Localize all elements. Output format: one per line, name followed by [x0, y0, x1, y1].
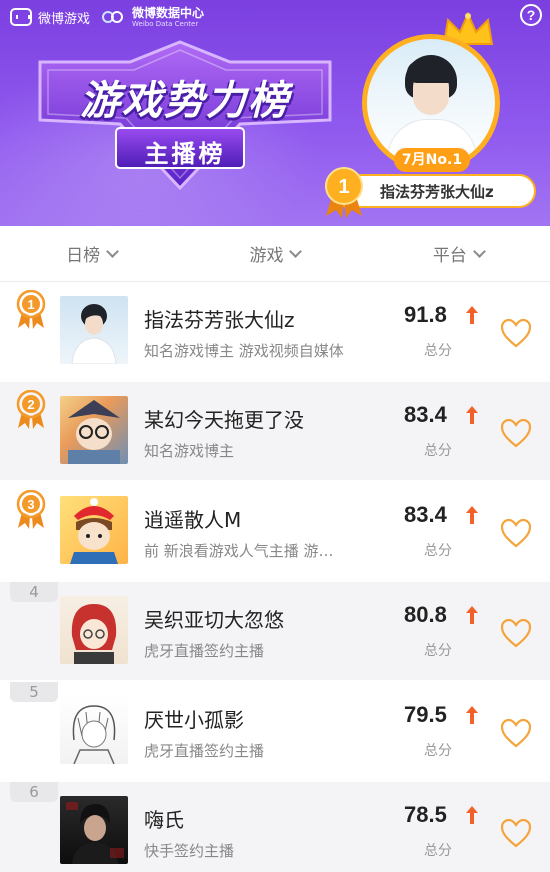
medal-icon: 3: [16, 490, 46, 529]
avatar[interactable]: [60, 496, 128, 564]
streamer-name[interactable]: 嗨氏: [144, 804, 184, 833]
avatar[interactable]: [60, 596, 128, 664]
up-arrow-icon: [466, 706, 478, 724]
chevron-down-icon: [106, 244, 120, 258]
up-arrow-icon: [466, 406, 478, 424]
medal-icon: 1: [16, 290, 46, 329]
heart-icon[interactable]: [500, 418, 532, 448]
champion-rank: 1: [338, 176, 349, 198]
avatar[interactable]: [60, 796, 128, 864]
rank-number: 1: [27, 297, 34, 312]
up-arrow-icon: [466, 506, 478, 524]
score-label: 总分: [424, 443, 452, 459]
filter-label: 日榜: [66, 246, 101, 266]
ranking-row-6[interactable]: 6 嗨氏 快手签约主播 78.5 总分: [0, 782, 550, 872]
avatar[interactable]: [60, 696, 128, 764]
score-value: 83.4: [404, 402, 447, 427]
score-value: 79.5: [404, 702, 447, 727]
filter-game[interactable]: 游戏: [183, 241, 366, 266]
rank-number: 5: [10, 682, 58, 702]
filter-label: 游戏: [249, 246, 284, 266]
heart-icon[interactable]: [500, 818, 532, 848]
rank-number: 2: [27, 397, 34, 412]
month-no1-tag: 7月No.1: [394, 148, 470, 172]
score-value: 91.8: [404, 302, 447, 327]
up-arrow-icon: [466, 306, 478, 324]
streamer-name[interactable]: 某幻今天拖更了没: [144, 404, 304, 433]
score-label: 总分: [424, 843, 452, 859]
ranking-row-4[interactable]: 4 吴织亚切大忽悠 虎牙直播签约主播 80.8 总分: [0, 582, 550, 680]
filter-platform[interactable]: 平台: [367, 241, 550, 266]
streamer-description: 虎牙直播签约主播: [144, 742, 265, 760]
weibo-game-logo-icon: [10, 8, 32, 26]
medal-icon: 2: [16, 390, 46, 429]
score-value: 83.4: [404, 502, 447, 527]
data-center-brand: 微博数据中心 Weibo Data Center: [132, 7, 204, 28]
streamer-description: 虎牙直播签约主播: [144, 642, 265, 660]
avatar[interactable]: [60, 396, 128, 464]
score-label: 总分: [424, 543, 452, 559]
medal-icon: 1: [325, 167, 363, 218]
streamer-name[interactable]: 厌世小孤影: [144, 704, 244, 733]
filter-bar: 日榜 游戏 平台: [0, 226, 550, 282]
monthly-champion-card[interactable]: 7月No.1 指法芬芳张大仙z 1: [322, 8, 542, 220]
streamer-description: 前 新浪看游戏人气主播 游…: [144, 542, 334, 560]
score-label: 总分: [424, 743, 452, 759]
streamer-name[interactable]: 指法芬芳张大仙z: [144, 304, 295, 333]
data-center-logo-icon: [102, 9, 126, 25]
ranking-row-2[interactable]: 2 某幻今天拖更了没 知名游戏博主 83.4 总分: [0, 382, 550, 480]
heart-icon[interactable]: [500, 718, 532, 748]
avatar[interactable]: [60, 296, 128, 364]
score-label: 总分: [424, 643, 452, 659]
up-arrow-icon: [466, 606, 478, 624]
streamer-description: 快手签约主播: [144, 842, 235, 860]
ranking-row-3[interactable]: 3 逍遥散人M 前 新浪看游戏人气主播 游… 83.4 总分: [0, 482, 550, 580]
hero-banner: 微博游戏 微博数据中心 Weibo Data Center ? 游戏势力榜 主播…: [0, 0, 550, 226]
brand-weibo-game: 微博游戏: [38, 11, 91, 27]
score-value: 80.8: [404, 602, 447, 627]
filter-label: 平台: [432, 246, 467, 266]
streamer-description: 知名游戏博主: [144, 442, 235, 460]
streamer-name[interactable]: 逍遥散人M: [144, 504, 241, 533]
page-title: 游戏势力榜: [80, 78, 290, 124]
rank-number: 6: [10, 782, 58, 802]
rank-number: 4: [10, 582, 58, 602]
title-banner: 游戏势力榜 主播榜: [30, 40, 340, 190]
filter-daily[interactable]: 日榜: [0, 241, 183, 266]
data-center-name: 微博数据中心: [132, 5, 205, 20]
heart-icon[interactable]: [500, 318, 532, 348]
up-arrow-icon: [466, 806, 478, 824]
chevron-down-icon: [472, 244, 486, 258]
rank-number: 3: [27, 497, 34, 512]
ranking-row-1[interactable]: 1 指法芬芳张大仙z 知名游戏博主 游戏视频自媒体 91.8 总分: [0, 282, 550, 380]
data-center-name-en: Weibo Data Center: [132, 19, 199, 28]
ranking-row-5[interactable]: 5 厌世小孤影 虎牙直播签约主播 79.5 总分: [0, 682, 550, 780]
champion-name: 指法芬芳张大仙z: [380, 182, 494, 201]
heart-icon[interactable]: [500, 618, 532, 648]
ranking-list: 1 指法芬芳张大仙z 知名游戏博主 游戏视频自媒体 91.8 总分 2 某幻今天…: [0, 282, 550, 872]
page-subtitle: 主播榜: [144, 140, 226, 168]
score-label: 总分: [424, 343, 452, 359]
brand-bar: 微博游戏 微博数据中心 Weibo Data Center: [10, 6, 204, 28]
heart-icon[interactable]: [500, 518, 532, 548]
chevron-down-icon: [289, 244, 303, 258]
score-value: 78.5: [404, 802, 447, 827]
streamer-description: 知名游戏博主 游戏视频自媒体: [144, 342, 344, 360]
streamer-name[interactable]: 吴织亚切大忽悠: [144, 604, 284, 633]
